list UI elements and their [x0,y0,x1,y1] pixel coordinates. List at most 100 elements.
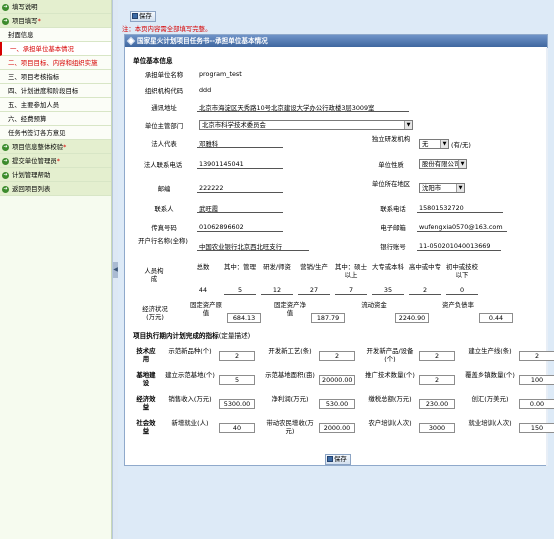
sidebar-item-9[interactable]: 任务书签订各方意见 [0,126,111,140]
floppy-disk-icon [327,456,333,462]
arrow-bullet-icon: ➜ [2,3,9,11]
sidebar-item-0[interactable]: ➜ 填写说明 [0,0,111,14]
target-input-0-2[interactable]: 2 [419,351,455,361]
target-input-2-3[interactable]: 0.00 [519,399,554,409]
target-input-2-0[interactable]: 5300.00 [219,399,255,409]
sidebar-item-5[interactable]: 三、项目考核指标 [0,70,111,84]
independent-value: 无 [422,140,429,148]
bank-label: 开户行名称(全称) [138,237,188,245]
finance-input-0[interactable]: 684.13 [227,313,261,323]
sidebar-item-8[interactable]: 六、经费预算 [0,112,111,126]
target-input-2-2[interactable]: 230.00 [419,399,455,409]
sidebar-item-label: 一、承担单位基本情况 [10,45,74,53]
sidebar-item-11[interactable]: ➜ 提交单位管理员* [0,154,111,168]
staff-header-4: 其中：硕士以上 [335,263,367,279]
independent-select[interactable]: 无 ▼ [419,139,449,149]
finance-input-2[interactable]: 2240.90 [395,313,429,323]
dept-label: 单位主管部门 [144,122,184,130]
target-input-0-1[interactable]: 2 [319,351,355,361]
target-input-3-3[interactable]: 150 [519,423,554,433]
target-input-0-0[interactable]: 2 [219,351,255,361]
finance-input-3[interactable]: 0.44 [479,313,513,323]
finance-label-1: 固定资产净值 [274,301,306,317]
target-input-3-0[interactable]: 40 [219,423,255,433]
finance-label-0: 固定资产原值 [190,301,222,317]
sidebar-item-label: 二、项目目标、内容和组织实施 [8,59,98,67]
sidebar-item-7[interactable]: 五、主要参加人员 [0,98,111,112]
sidebar-item-13[interactable]: ➜ 返回项目列表 [0,182,111,196]
section-basic-info: 单位基本信息 [133,57,173,65]
save-button-top[interactable]: 保存 [130,11,156,22]
contact-underline [197,212,283,213]
target-label-3-2: 农户培训(人次) [368,419,412,427]
sidebar-item-6[interactable]: 四、计划进度和阶段目标 [0,84,111,98]
staff-value-underline [372,294,404,295]
target-label-0-3: 建立生产线(条) [468,347,512,355]
target-input-1-0[interactable]: 5 [219,375,255,385]
staff-value-4[interactable]: 7 [335,286,367,294]
target-input-3-2[interactable]: 3000 [419,423,455,433]
staff-value-underline [409,294,441,295]
staff-value-5[interactable]: 35 [372,286,404,294]
arrow-bullet-icon: ➜ [2,157,9,165]
staff-value-3[interactable]: 27 [298,286,330,294]
sidebar-item-10[interactable]: ➜ 项目信息整体校验* [0,140,111,154]
sidebar-item-label: 填写说明 [12,3,38,11]
dept-select[interactable]: 北京市科学技术委员会 ▼ [199,120,413,130]
postcode-label: 邮编 [157,185,171,193]
fax-label: 传真号码 [151,224,177,232]
panel-title: 国家星火计划项目任务书--承担单位基本情况 [137,37,268,45]
postcode-underline [197,192,283,193]
target-input-1-1[interactable]: 20000.00 [319,375,355,385]
sidebar-item-4[interactable]: 二、项目目标、内容和组织实施 [0,56,111,70]
sidebar-item-12[interactable]: ➜ 计划管理帮助 [0,168,111,182]
target-input-1-2[interactable]: 2 [419,375,455,385]
sidebar-item-label: 三、项目考核指标 [8,73,60,81]
target-input-1-3[interactable]: 100 [519,375,554,385]
email-underline [417,231,507,232]
staff-value-1[interactable]: 5 [224,286,256,294]
form-panel: 国家星火计划项目任务书--承担单位基本情况 单位基本信息 承担单位名称 prog… [124,34,554,466]
sidebar-item-2[interactable]: 封面信息 [0,28,111,42]
main-area: 保存 注：本页内容需全部填写完整。 国家星火计划项目任务书--承担单位基本情况 … [118,0,554,539]
target-category-1: 基地建设 [136,371,156,387]
chevron-down-icon: ▼ [404,121,412,129]
target-input-2-1[interactable]: 530.00 [319,399,355,409]
arrow-bullet-icon: ➜ [2,143,9,151]
target-input-3-1[interactable]: 2000.00 [319,423,355,433]
sidebar-item-label: 任务书签订各方意见 [8,129,66,137]
location-select[interactable]: 沈阳市 ▼ [419,183,465,193]
staff-value-underline [298,294,330,295]
sidebar-item-3[interactable]: 一、承担单位基本情况 [0,42,111,56]
staff-value-6[interactable]: 2 [409,286,441,294]
fax-field[interactable]: 01062896602 [199,223,244,231]
section-targets: 项目执行期内计划完成的指标(定量描述) [133,330,250,340]
postcode-field[interactable]: 222222 [199,184,223,192]
legal-rep-label: 法人代表 [151,140,177,148]
legal-phone-underline [197,168,283,169]
email-field[interactable]: wufengxia0570@163.com [419,223,503,231]
target-input-0-3[interactable]: 2 [519,351,554,361]
unit-type-select[interactable]: 股份有限公司 ▼ [419,159,467,169]
target-category-2: 经济效益 [136,395,156,411]
email-label: 电子邮箱 [380,224,406,232]
staff-header-6: 高中或中专 [409,263,441,271]
staff-value-0[interactable]: 44 [187,286,219,294]
finance-input-1[interactable]: 187.79 [311,313,345,323]
staff-value-underline [224,294,256,295]
staff-value-7[interactable]: 0 [446,286,478,294]
required-mark: * [56,157,60,165]
sidebar: ➜ 填写说明 ➜ 项目填写* 封面信息 一、承担单位基本情况 二、项目目标、内容和组织实施三… [0,0,112,539]
account-field[interactable]: 11-050201040013669 [419,242,490,250]
contact-phone-field[interactable]: 15801532720 [419,204,464,212]
save-button-bottom[interactable]: 保存 [325,454,351,465]
fax-underline [197,231,283,232]
sidebar-item-1[interactable]: ➜ 项目填写* [0,14,111,28]
location-value: 沈阳市 [422,184,442,192]
account-label: 银行账号 [380,243,406,251]
chevron-down-icon: ▼ [458,160,466,168]
target-label-2-0: 销售收入(万元) [168,395,212,403]
legal-phone-field[interactable]: 13901145041 [199,160,244,168]
staff-value-2[interactable]: 12 [261,286,293,294]
finance-label-2: 流动资金 [361,301,387,309]
